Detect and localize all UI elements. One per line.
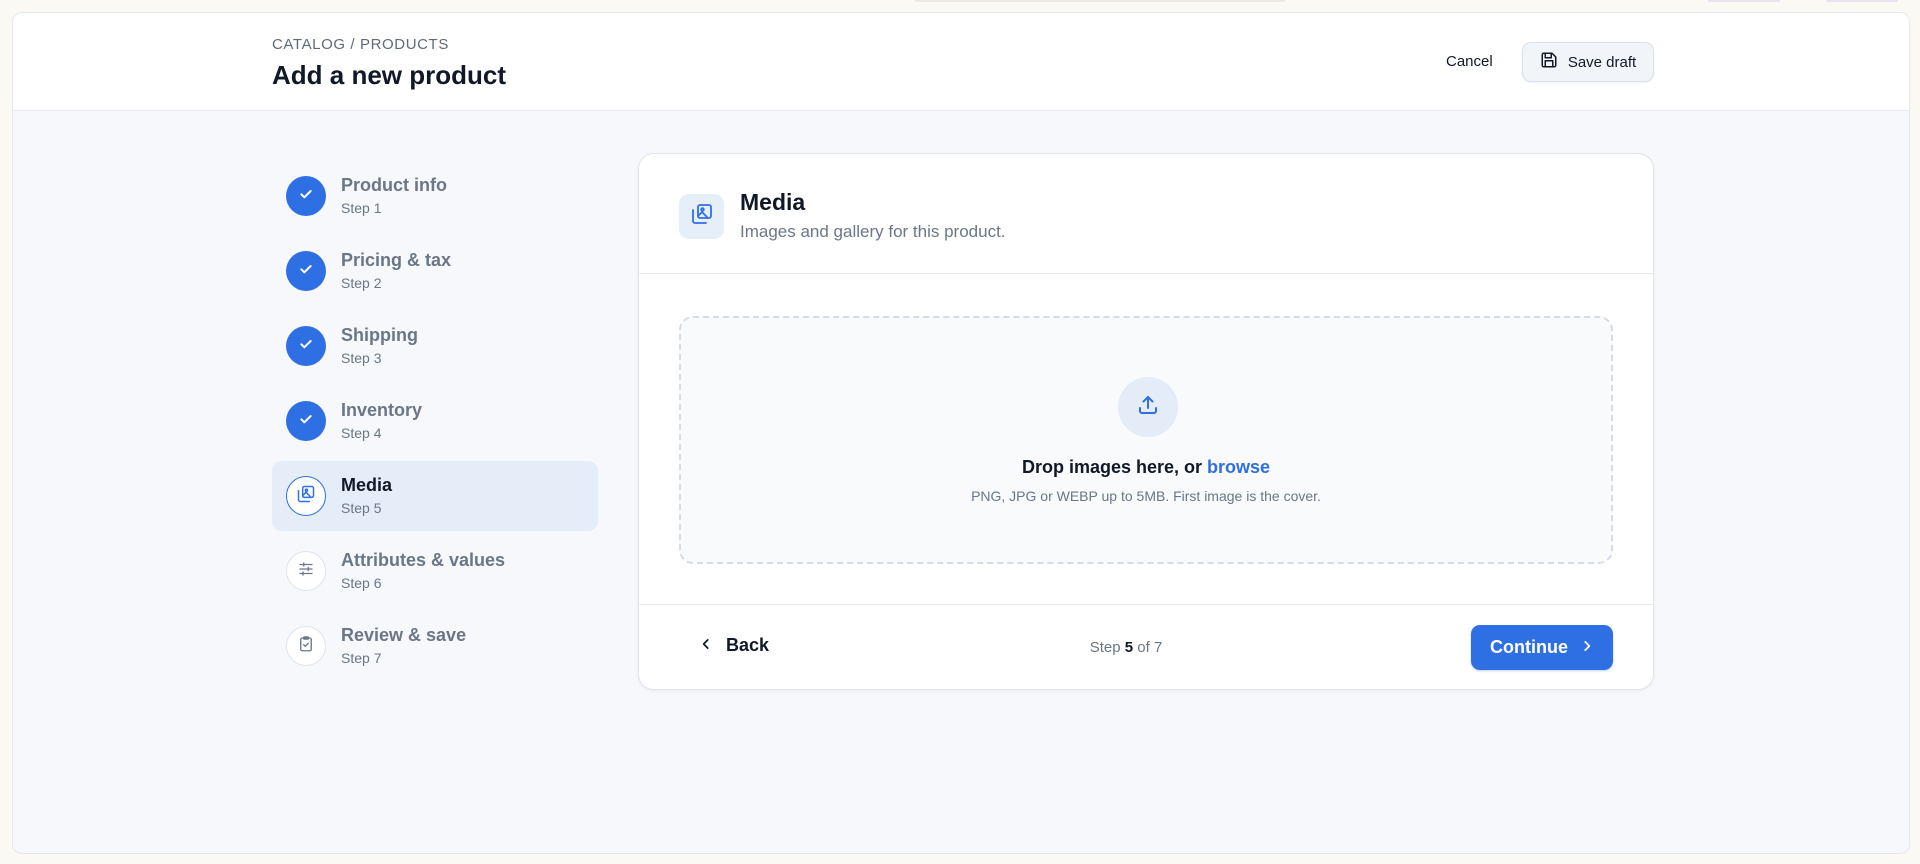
step-counter-prefix: Step <box>1089 639 1125 656</box>
top-strip-decoration <box>1708 0 1780 2</box>
step-title: Product info <box>341 175 447 195</box>
step-number: Step 1 <box>341 200 382 216</box>
clipboard-check-icon <box>297 635 315 658</box>
save-draft-button[interactable]: Save draft <box>1522 42 1654 82</box>
step-title: Inventory <box>341 400 423 420</box>
drop-hint: PNG, JPG or WEBP up to 5MB. First image … <box>971 488 1321 504</box>
drop-text: Drop images here, or <box>1021 457 1208 477</box>
step-number: Step 2 <box>341 275 382 291</box>
continue-label: Continue <box>1490 637 1568 657</box>
top-strip-decoration <box>915 0 1285 2</box>
media-badge <box>679 194 724 239</box>
drop-instructions: Drop images here, or browse <box>681 457 1611 478</box>
step-status-circle <box>286 551 326 591</box>
card-title: Media <box>740 189 806 215</box>
images-icon <box>690 202 714 231</box>
step-status-circle <box>286 401 326 441</box>
floppy-disk-icon <box>1540 51 1558 73</box>
step-status-circle <box>286 626 326 666</box>
step-number: Step 7 <box>341 650 382 666</box>
step-number: Step 4 <box>341 425 382 441</box>
card-footer: Back Step 5 of 7 Continue <box>639 604 1653 689</box>
breadcrumb: CATALOG / PRODUCTS <box>272 36 449 53</box>
step-shipping[interactable]: Shipping Step 3 <box>272 311 598 381</box>
check-icon <box>298 261 314 282</box>
chevron-right-icon <box>1580 637 1594 658</box>
save-draft-label: Save draft <box>1567 53 1637 71</box>
step-counter-current: 5 <box>1124 639 1134 656</box>
card-subtitle: Images and gallery for this product. <box>740 222 1006 241</box>
images-icon <box>296 484 316 509</box>
page-header: CATALOG / PRODUCTS Add a new product Can… <box>13 13 1909 111</box>
card-header: Media Images and gallery for this produc… <box>639 154 1653 274</box>
step-pricing-tax[interactable]: Pricing & tax Step 2 <box>272 236 598 306</box>
step-review-save[interactable]: Review & save Step 7 <box>272 611 598 681</box>
continue-button[interactable]: Continue <box>1471 625 1613 670</box>
step-status-circle <box>286 326 326 366</box>
step-counter: Step 5 of 7 <box>639 639 1613 656</box>
check-icon <box>298 336 314 357</box>
step-number: Step 6 <box>341 575 382 591</box>
step-status-circle <box>286 251 326 291</box>
step-title: Attributes & values <box>341 550 506 570</box>
sliders-icon <box>297 560 315 583</box>
step-title: Pricing & tax <box>341 250 452 270</box>
upload-badge <box>1118 377 1178 437</box>
media-card: Media Images and gallery for this produc… <box>638 153 1654 690</box>
step-media[interactable]: Media Step 5 <box>272 461 598 531</box>
step-title: Review & save <box>341 625 467 645</box>
step-status-circle <box>286 476 326 516</box>
image-dropzone[interactable]: Drop images here, or browse PNG, JPG or … <box>679 316 1613 564</box>
step-product-info[interactable]: Product info Step 1 <box>272 161 598 231</box>
check-icon <box>298 411 314 432</box>
cancel-button[interactable]: Cancel <box>1446 53 1493 70</box>
stepper-nav: Product info Step 1 Pricing & tax Step 2… <box>272 161 598 686</box>
check-icon <box>298 186 314 207</box>
step-status-circle <box>286 176 326 216</box>
step-attributes-values[interactable]: Attributes & values Step 6 <box>272 536 598 606</box>
step-number: Step 5 <box>341 500 382 516</box>
browse-link[interactable]: browse <box>1207 457 1270 477</box>
step-inventory[interactable]: Inventory Step 4 <box>272 386 598 456</box>
step-title: Shipping <box>341 325 418 345</box>
upload-icon <box>1136 393 1160 422</box>
step-counter-suffix: of 7 <box>1133 639 1163 656</box>
step-title: Media <box>341 475 393 495</box>
app-frame: CATALOG / PRODUCTS Add a new product Can… <box>12 12 1910 854</box>
page-title: Add a new product <box>272 60 506 90</box>
top-strip-decoration <box>1826 0 1898 2</box>
step-number: Step 3 <box>341 350 382 366</box>
